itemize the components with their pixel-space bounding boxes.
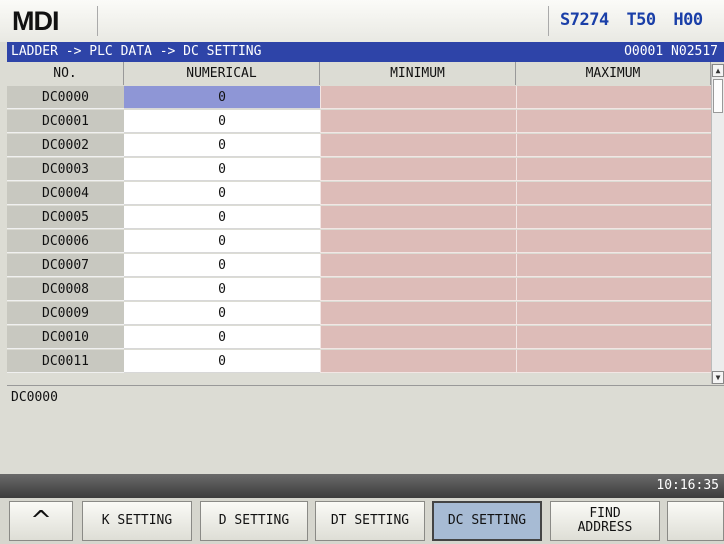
d-setting-softkey[interactable]: D SETTING [200, 501, 308, 541]
address-cell: DC0011 [7, 350, 124, 373]
machine-status: S7274 T50 H00 [560, 10, 711, 30]
column-header-maximum: MAXIMUM [516, 62, 711, 85]
maximum-cell[interactable] [516, 134, 711, 157]
minimum-cell[interactable] [320, 350, 516, 373]
table-row[interactable]: DC0000 0 [7, 86, 711, 110]
numerical-cell[interactable]: 0 [124, 134, 320, 157]
scroll-thumb[interactable] [713, 79, 723, 113]
scroll-down-arrow-icon[interactable]: ▼ [712, 371, 724, 384]
dt-setting-softkey[interactable]: DT SETTING [315, 501, 425, 541]
vertical-scrollbar[interactable]: ▲ ▼ [711, 64, 724, 384]
table-row[interactable]: DC0009 0 [7, 302, 711, 326]
numerical-cell[interactable]: 0 [124, 86, 320, 109]
numerical-cell[interactable]: 0 [124, 254, 320, 277]
k-setting-softkey[interactable]: K SETTING [82, 501, 192, 541]
divider [548, 6, 549, 36]
minimum-cell[interactable] [320, 158, 516, 181]
address-cell: DC0007 [7, 254, 124, 277]
find-address-label: FIND ADDRESS [577, 506, 633, 535]
numerical-cell[interactable]: 0 [124, 206, 320, 229]
maximum-cell[interactable] [516, 230, 711, 253]
minimum-cell[interactable] [320, 302, 516, 325]
softkey-bar: ^ K SETTING D SETTING DT SETTING DC SETT… [0, 498, 724, 544]
table-row[interactable]: DC0005 0 [7, 206, 711, 230]
program-number: O0001 N02517 [624, 44, 718, 59]
table-row[interactable]: DC0008 0 [7, 278, 711, 302]
minimum-cell[interactable] [320, 110, 516, 133]
minimum-cell[interactable] [320, 182, 516, 205]
table-row[interactable]: DC0001 0 [7, 110, 711, 134]
find-address-softkey[interactable]: FIND ADDRESS [550, 501, 660, 541]
minimum-cell[interactable] [320, 254, 516, 277]
maximum-cell[interactable] [516, 110, 711, 133]
divider [97, 6, 98, 36]
table-row[interactable]: DC0004 0 [7, 182, 711, 206]
spindle-speed: S7274 [560, 10, 609, 30]
maximum-cell[interactable] [516, 254, 711, 277]
breadcrumb: LADDER -> PLC DATA -> DC SETTING O0001 N… [7, 42, 724, 62]
table-row[interactable]: DC0003 0 [7, 158, 711, 182]
maximum-cell[interactable] [516, 158, 711, 181]
address-cell: DC0001 [7, 110, 124, 133]
numerical-cell[interactable]: 0 [124, 230, 320, 253]
column-header-no: NO. [7, 62, 124, 85]
dc-setting-softkey[interactable]: DC SETTING [432, 501, 542, 541]
minimum-cell[interactable] [320, 278, 516, 301]
column-header-minimum: MINIMUM [320, 62, 516, 85]
minimum-cell[interactable] [320, 206, 516, 229]
address-cell: DC0006 [7, 230, 124, 253]
table-row[interactable]: DC0011 0 [7, 350, 711, 374]
mode-label: MDI [12, 6, 59, 36]
blank-softkey[interactable] [667, 501, 724, 541]
address-info-panel: DC0000 [7, 385, 724, 474]
address-cell: DC0008 [7, 278, 124, 301]
address-cell: DC0009 [7, 302, 124, 325]
return-softkey[interactable]: ^ [9, 501, 73, 541]
tool-number: T50 [626, 10, 656, 30]
maximum-cell[interactable] [516, 302, 711, 325]
scroll-up-arrow-icon[interactable]: ▲ [712, 64, 724, 77]
numerical-cell[interactable]: 0 [124, 302, 320, 325]
maximum-cell[interactable] [516, 86, 711, 109]
table-row[interactable]: DC0002 0 [7, 134, 711, 158]
column-header-numerical: NUMERICAL [124, 62, 320, 85]
address-cell: DC0005 [7, 206, 124, 229]
chevron-up-icon: ^ [30, 506, 52, 536]
minimum-cell[interactable] [320, 134, 516, 157]
numerical-cell[interactable]: 0 [124, 326, 320, 349]
current-address: DC0000 [11, 390, 58, 405]
breadcrumb-path: LADDER -> PLC DATA -> DC SETTING [11, 44, 262, 59]
table-row[interactable]: DC0007 0 [7, 254, 711, 278]
offset-number: H00 [673, 10, 703, 30]
numerical-cell[interactable]: 0 [124, 182, 320, 205]
address-cell: DC0004 [7, 182, 124, 205]
numerical-cell[interactable]: 0 [124, 158, 320, 181]
maximum-cell[interactable] [516, 326, 711, 349]
address-cell: DC0010 [7, 326, 124, 349]
status-bar: 10:16:35 [0, 474, 724, 498]
table-header: NO. NUMERICAL MINIMUM MAXIMUM [7, 62, 711, 86]
minimum-cell[interactable] [320, 230, 516, 253]
address-cell: DC0000 [7, 86, 124, 109]
maximum-cell[interactable] [516, 182, 711, 205]
address-cell: DC0002 [7, 134, 124, 157]
minimum-cell[interactable] [320, 326, 516, 349]
title-bar: MDI S7274 T50 H00 [0, 0, 724, 42]
numerical-cell[interactable]: 0 [124, 350, 320, 373]
maximum-cell[interactable] [516, 278, 711, 301]
numerical-cell[interactable]: 0 [124, 278, 320, 301]
maximum-cell[interactable] [516, 350, 711, 373]
clock: 10:16:35 [656, 478, 719, 493]
table-row[interactable]: DC0010 0 [7, 326, 711, 350]
address-cell: DC0003 [7, 158, 124, 181]
minimum-cell[interactable] [320, 86, 516, 109]
table-row[interactable]: DC0006 0 [7, 230, 711, 254]
numerical-cell[interactable]: 0 [124, 110, 320, 133]
maximum-cell[interactable] [516, 206, 711, 229]
